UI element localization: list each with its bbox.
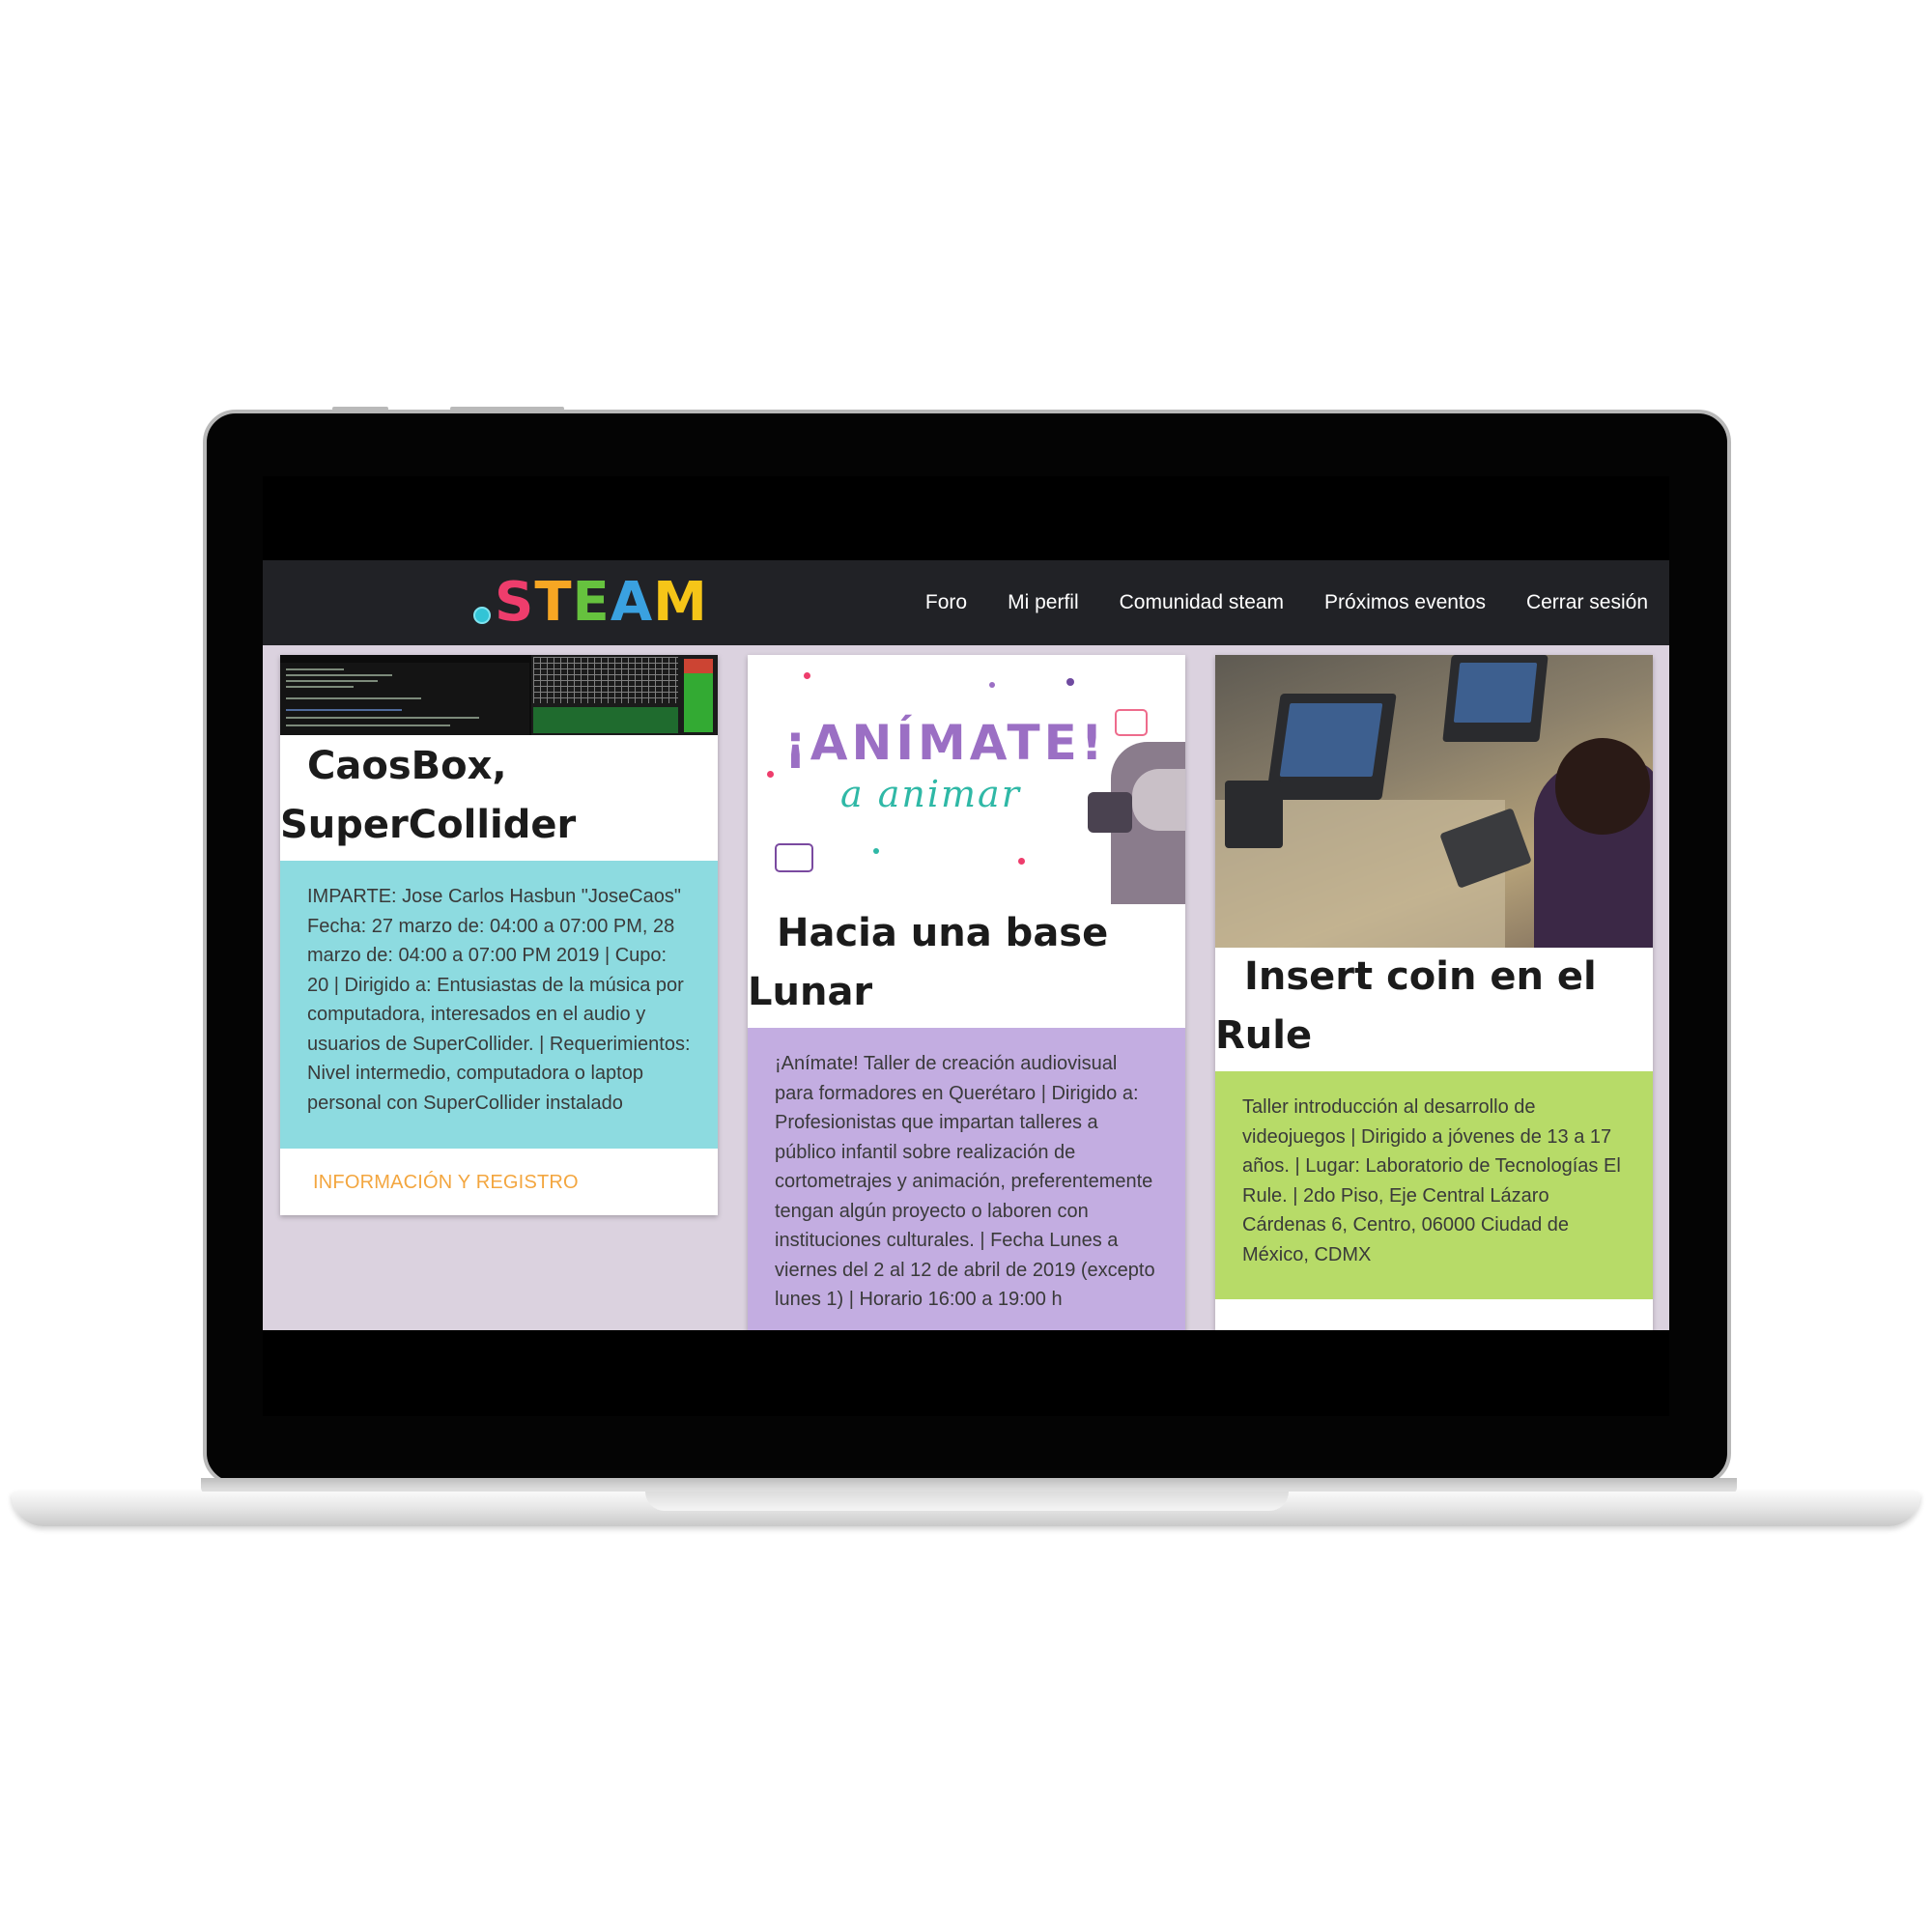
card-description-text: IMPARTE: Jose Carlos Hasbun "JoseCaos" F… <box>307 886 691 1114</box>
animate-banner-image: ¡ANÍMATE! a animar <box>748 655 1185 904</box>
logo-letter: A <box>610 571 654 634</box>
nav-link-cerrar-sesion[interactable]: Cerrar sesión <box>1526 591 1648 614</box>
logo-letter: M <box>653 571 708 634</box>
nav-link-mi-perfil[interactable]: Mi perfil <box>1008 591 1079 614</box>
info-register-link[interactable]: INFORMACIÓN Y REGISTRO <box>280 1149 718 1215</box>
students-photo <box>1215 655 1653 948</box>
nav-link-foro[interactable]: Foro <box>925 591 967 614</box>
card-title: Insert coin en el Rule <box>1215 948 1653 1071</box>
event-cards-area: CaosBox, SuperCollider IMPARTE: Jose Car… <box>263 645 1669 1330</box>
event-card-insert-coin: Insert coin en el Rule Taller introducci… <box>1215 655 1653 1330</box>
laptop-notch <box>645 1492 1289 1511</box>
nav-link-comunidad[interactable]: Comunidad steam <box>1120 591 1284 614</box>
laptop-screen: S T E A M Foro Mi perfil Comunidad steam… <box>263 476 1669 1416</box>
card-description: ¡Anímate! Taller de creación audiovisual… <box>748 1028 1185 1330</box>
logo-letter: S <box>495 571 535 634</box>
card-description: IMPARTE: Jose Carlos Hasbun "JoseCaos" F… <box>280 861 718 1149</box>
nav-link-proximos-eventos[interactable]: Próximos eventos <box>1324 591 1486 614</box>
logo-letter: T <box>534 571 573 634</box>
banner-headline: ¡ANÍMATE! <box>784 715 1107 771</box>
steam-logo[interactable]: S T E A M <box>473 570 708 636</box>
card-title-text: Hacia una base Lunar <box>748 911 1109 1014</box>
card-description-text: Taller introducción al desarrollo de vid… <box>1242 1096 1621 1265</box>
banner-subtitle: a animar <box>840 773 1021 815</box>
card-title-text: Insert coin en el Rule <box>1215 954 1597 1058</box>
navbar: S T E A M Foro Mi perfil Comunidad steam… <box>263 560 1669 645</box>
card-description-text: ¡Anímate! Taller de creación audiovisual… <box>775 1053 1155 1310</box>
event-card-caosbox: CaosBox, SuperCollider IMPARTE: Jose Car… <box>280 655 718 1215</box>
card-title: Hacia una base Lunar <box>748 904 1185 1028</box>
nav-links: Foro Mi perfil Comunidad steam Próximos … <box>925 560 1648 645</box>
card-title-text: CaosBox, SuperCollider <box>280 744 577 847</box>
card-description: Taller introducción al desarrollo de vid… <box>1215 1071 1653 1299</box>
logo-letter: E <box>572 571 611 634</box>
supercollider-screenshot <box>280 655 718 735</box>
event-card-base-lunar: ¡ANÍMATE! a animar Hacia una base Lunar … <box>748 655 1185 1330</box>
card-title: CaosBox, SuperCollider <box>280 735 718 861</box>
camera-icon <box>1088 792 1132 833</box>
logo-globe-icon <box>473 607 491 624</box>
